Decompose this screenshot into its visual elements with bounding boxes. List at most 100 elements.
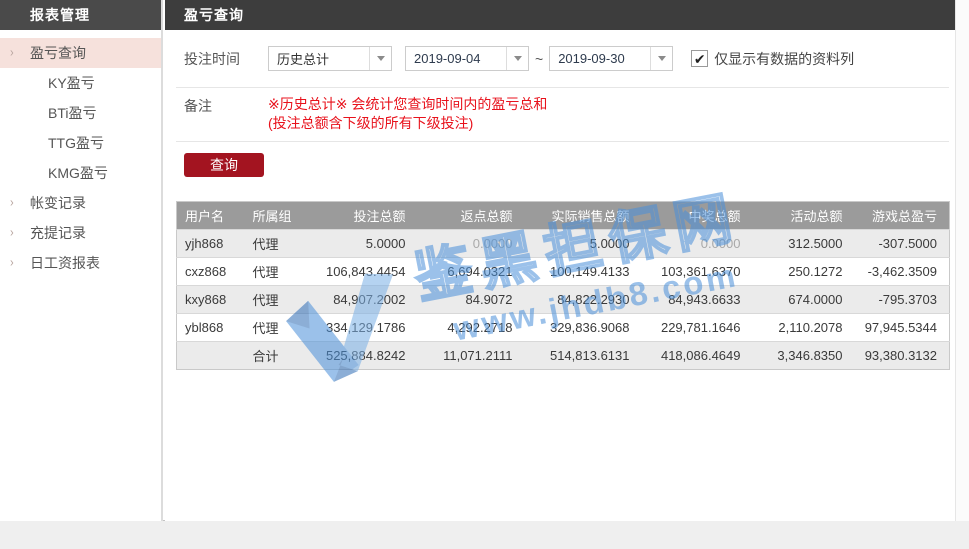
cell-username: cxz868 — [177, 258, 245, 286]
col-header-prize-total: 中奖总额 — [642, 202, 753, 230]
date-to-select[interactable]: 2019-09-30 — [549, 46, 673, 71]
col-header-game-profit-total: 游戏总盈亏 — [855, 202, 950, 230]
cell-group: 代理 — [245, 314, 305, 342]
table-row: kxy868 代理 84,907.2002 84.9072 84,822.293… — [177, 286, 950, 314]
cell-rebate-total: 4,292.2718 — [418, 314, 525, 342]
bet-time-label: 投注时间 — [184, 49, 268, 69]
cell-activity-total: 250.1272 — [753, 258, 855, 286]
cell-prize-total: 103,361.6370 — [642, 258, 753, 286]
sidebar: 报表管理 › 盈亏查询 KY盈亏 BTi盈亏 TTG盈亏 KMG盈亏 › 帐变记… — [0, 0, 163, 521]
cell-game-profit-total: 97,945.5344 — [855, 314, 950, 342]
cell-rebate-total: 84.9072 — [418, 286, 525, 314]
note-row: 备注 ※历史总计※ 会统计您查询时间内的盈亏总和 (投注总额含下级的所有下级投注… — [176, 88, 949, 142]
cell-game-profit-total: -3,462.3509 — [855, 258, 950, 286]
sidebar-item-label: KMG盈亏 — [0, 158, 161, 188]
cell-empty — [177, 342, 245, 370]
sidebar-item-daily-wage-report[interactable]: › 日工资报表 — [0, 248, 161, 278]
sidebar-item-label: BTi盈亏 — [0, 98, 161, 128]
footer-strip — [0, 521, 969, 549]
sidebar-item-bti-profit[interactable]: BTi盈亏 — [0, 98, 161, 128]
cell-group: 代理 — [245, 258, 305, 286]
results-table-wrap: 用户名 所属组 投注总额 返点总额 实际销售总额 中奖总额 活动总额 游戏总盈亏… — [176, 201, 949, 370]
cell-actual-sales-total: 5.0000 — [525, 230, 642, 258]
chevron-right-icon: › — [10, 245, 14, 281]
vertical-scrollbar[interactable] — [955, 0, 969, 521]
sidebar-item-label: KY盈亏 — [0, 68, 161, 98]
cell-actual-sales-total: 100,149.4133 — [525, 258, 642, 286]
note-line2: (投注总额含下级的所有下级投注) — [268, 114, 547, 133]
sidebar-item-deposit-withdraw[interactable]: › 充提记录 — [0, 218, 161, 248]
cell-total-prize: 418,086.4649 — [642, 342, 753, 370]
chevron-right-icon: › — [10, 35, 14, 71]
only-data-columns-checkbox[interactable]: ✔ 仅显示有数据的资料列 — [691, 49, 854, 69]
sidebar-item-profit-query[interactable]: › 盈亏查询 — [0, 38, 161, 68]
dropdown-arrow-icon — [369, 47, 391, 70]
table-row: yjh868 代理 5.0000 0.0000 5.0000 0.0000 31… — [177, 230, 950, 258]
cell-total-activity: 3,346.8350 — [753, 342, 855, 370]
col-header-bet-total: 投注总额 — [305, 202, 418, 230]
table-row: ybl868 代理 334,129.1786 4,292.2718 329,83… — [177, 314, 950, 342]
cell-total-rebate: 11,071.2111 — [418, 342, 525, 370]
table-total-row: 合计 525,884.8242 11,071.2111 514,813.6131… — [177, 342, 950, 370]
range-type-value: 历史总计 — [269, 49, 369, 68]
cell-game-profit-total: -795.3703 — [855, 286, 950, 314]
cell-prize-total: 0.0000 — [642, 230, 753, 258]
cell-username: kxy868 — [177, 286, 245, 314]
cell-bet-total: 334,129.1786 — [305, 314, 418, 342]
date-from-value: 2019-09-04 — [406, 51, 506, 66]
results-table: 用户名 所属组 投注总额 返点总额 实际销售总额 中奖总额 活动总额 游戏总盈亏… — [176, 201, 950, 370]
cell-total-game-profit: 93,380.3132 — [855, 342, 950, 370]
app-window: 报表管理 › 盈亏查询 KY盈亏 BTi盈亏 TTG盈亏 KMG盈亏 › 帐变记… — [0, 0, 969, 521]
cell-activity-total: 2,110.2078 — [753, 314, 855, 342]
col-header-actual-sales-total: 实际销售总额 — [525, 202, 642, 230]
date-from-select[interactable]: 2019-09-04 — [405, 46, 529, 71]
sidebar-item-label: TTG盈亏 — [0, 128, 161, 158]
cell-group: 代理 — [245, 286, 305, 314]
sidebar-item-label: 盈亏查询 — [0, 38, 161, 68]
date-range-separator: ~ — [535, 51, 543, 67]
main-panel: 盈亏查询 投注时间 历史总计 2019-09-04 ~ 2019-09-30 — [165, 0, 955, 521]
dropdown-arrow-icon — [650, 47, 672, 70]
button-row: 查询 — [184, 153, 955, 177]
cell-total-actual-sales: 514,813.6131 — [525, 342, 642, 370]
cell-bet-total: 106,843.4454 — [305, 258, 418, 286]
sidebar-item-label: 日工资报表 — [0, 248, 161, 278]
note-text: ※历史总计※ 会统计您查询时间内的盈亏总和 (投注总额含下级的所有下级投注) — [268, 95, 547, 133]
col-header-rebate-total: 返点总额 — [418, 202, 525, 230]
query-button[interactable]: 查询 — [184, 153, 264, 177]
cell-activity-total: 312.5000 — [753, 230, 855, 258]
cell-bet-total: 5.0000 — [305, 230, 418, 258]
cell-actual-sales-total: 84,822.2930 — [525, 286, 642, 314]
table-header-row: 用户名 所属组 投注总额 返点总额 实际销售总额 中奖总额 活动总额 游戏总盈亏 — [177, 202, 950, 230]
cell-actual-sales-total: 329,836.9068 — [525, 314, 642, 342]
table-row: cxz868 代理 106,843.4454 6,694.0321 100,14… — [177, 258, 950, 286]
sidebar-item-ky-profit[interactable]: KY盈亏 — [0, 68, 161, 98]
sidebar-menu: › 盈亏查询 KY盈亏 BTi盈亏 TTG盈亏 KMG盈亏 › 帐变记录 › 充… — [0, 38, 161, 278]
cell-total-label: 合计 — [245, 342, 305, 370]
cell-game-profit-total: -307.5000 — [855, 230, 950, 258]
cell-total-bet: 525,884.8242 — [305, 342, 418, 370]
col-header-activity-total: 活动总额 — [753, 202, 855, 230]
cell-group: 代理 — [245, 230, 305, 258]
cell-activity-total: 674.0000 — [753, 286, 855, 314]
sidebar-item-ttg-profit[interactable]: TTG盈亏 — [0, 128, 161, 158]
sidebar-item-label: 充提记录 — [0, 218, 161, 248]
cell-rebate-total: 6,694.0321 — [418, 258, 525, 286]
sidebar-item-kmg-profit[interactable]: KMG盈亏 — [0, 158, 161, 188]
sidebar-item-account-changes[interactable]: › 帐变记录 — [0, 188, 161, 218]
dropdown-arrow-icon — [506, 47, 528, 70]
cell-rebate-total: 0.0000 — [418, 230, 525, 258]
note-line1: ※历史总计※ 会统计您查询时间内的盈亏总和 — [268, 95, 547, 114]
range-type-select[interactable]: 历史总计 — [268, 46, 392, 71]
page-title: 盈亏查询 — [165, 0, 955, 30]
sidebar-title: 报表管理 — [0, 0, 161, 30]
cell-username: ybl868 — [177, 314, 245, 342]
sidebar-item-label: 帐变记录 — [0, 188, 161, 218]
date-to-value: 2019-09-30 — [550, 51, 650, 66]
filter-bar: 投注时间 历史总计 2019-09-04 ~ 2019-09-30 ✔ 仅显示有… — [176, 30, 949, 88]
col-header-group: 所属组 — [245, 202, 305, 230]
cell-prize-total: 229,781.1646 — [642, 314, 753, 342]
cell-username: yjh868 — [177, 230, 245, 258]
checkbox-label: 仅显示有数据的资料列 — [714, 49, 854, 69]
cell-prize-total: 84,943.6633 — [642, 286, 753, 314]
